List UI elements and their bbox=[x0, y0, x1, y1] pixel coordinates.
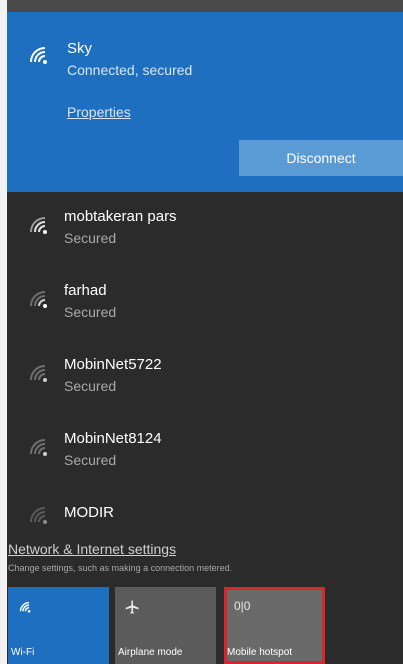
airplane-icon bbox=[125, 599, 141, 618]
connected-network-card[interactable]: Sky Connected, secured Properties Discon… bbox=[7, 12, 403, 192]
network-security: Secured bbox=[64, 378, 117, 394]
network-flyout: Sky Connected, secured Properties Discon… bbox=[7, 0, 403, 664]
network-name: MobinNet5722 bbox=[64, 356, 162, 373]
quick-action-tiles: Wi-Fi Airplane mode 0|0 Mobile hotspot bbox=[7, 587, 403, 664]
flyout-top-edge bbox=[7, 0, 403, 12]
mobile-hotspot-tile[interactable]: 0|0 Mobile hotspot bbox=[224, 587, 325, 664]
network-item[interactable]: mobtakeran pars Secured bbox=[7, 198, 403, 268]
network-name: mobtakeran pars bbox=[64, 208, 177, 225]
wifi-icon bbox=[18, 599, 34, 618]
network-name: MODIR bbox=[64, 504, 114, 521]
network-security: Secured bbox=[64, 304, 117, 320]
network-internet-settings-link[interactable]: Network & Internet settings bbox=[8, 541, 176, 557]
wifi-tile[interactable]: Wi-Fi bbox=[8, 587, 109, 664]
network-name: farhad bbox=[64, 282, 107, 299]
wifi-tile-label: Wi-Fi bbox=[11, 647, 35, 658]
properties-link[interactable]: Properties bbox=[67, 104, 131, 120]
hotspot-icon: 0|0 bbox=[234, 599, 251, 613]
network-security: Secured bbox=[64, 452, 117, 468]
wifi-signal-icon bbox=[27, 42, 53, 68]
network-item[interactable]: MobinNet8124 Secured bbox=[7, 420, 403, 490]
network-security: Secured bbox=[64, 230, 117, 246]
wifi-signal-icon bbox=[27, 286, 53, 312]
disconnect-button[interactable]: Disconnect bbox=[239, 140, 403, 176]
airplane-mode-tile[interactable]: Airplane mode bbox=[115, 587, 216, 664]
network-item[interactable]: MODIR bbox=[7, 494, 403, 534]
connected-network-name: Sky bbox=[67, 40, 93, 57]
mobile-hotspot-label: Mobile hotspot bbox=[227, 647, 293, 658]
connected-network-status: Connected, secured bbox=[67, 62, 193, 78]
airplane-mode-label: Airplane mode bbox=[118, 647, 183, 658]
wifi-signal-icon bbox=[27, 434, 53, 460]
network-item[interactable]: farhad Secured bbox=[7, 272, 403, 342]
network-name: MobinNet8124 bbox=[64, 430, 162, 447]
network-item[interactable]: MobinNet5722 Secured bbox=[7, 346, 403, 416]
wifi-signal-icon bbox=[27, 502, 53, 528]
wifi-signal-icon bbox=[27, 212, 53, 238]
settings-description: Change settings, such as making a connec… bbox=[8, 563, 233, 573]
wifi-signal-icon bbox=[27, 360, 53, 386]
